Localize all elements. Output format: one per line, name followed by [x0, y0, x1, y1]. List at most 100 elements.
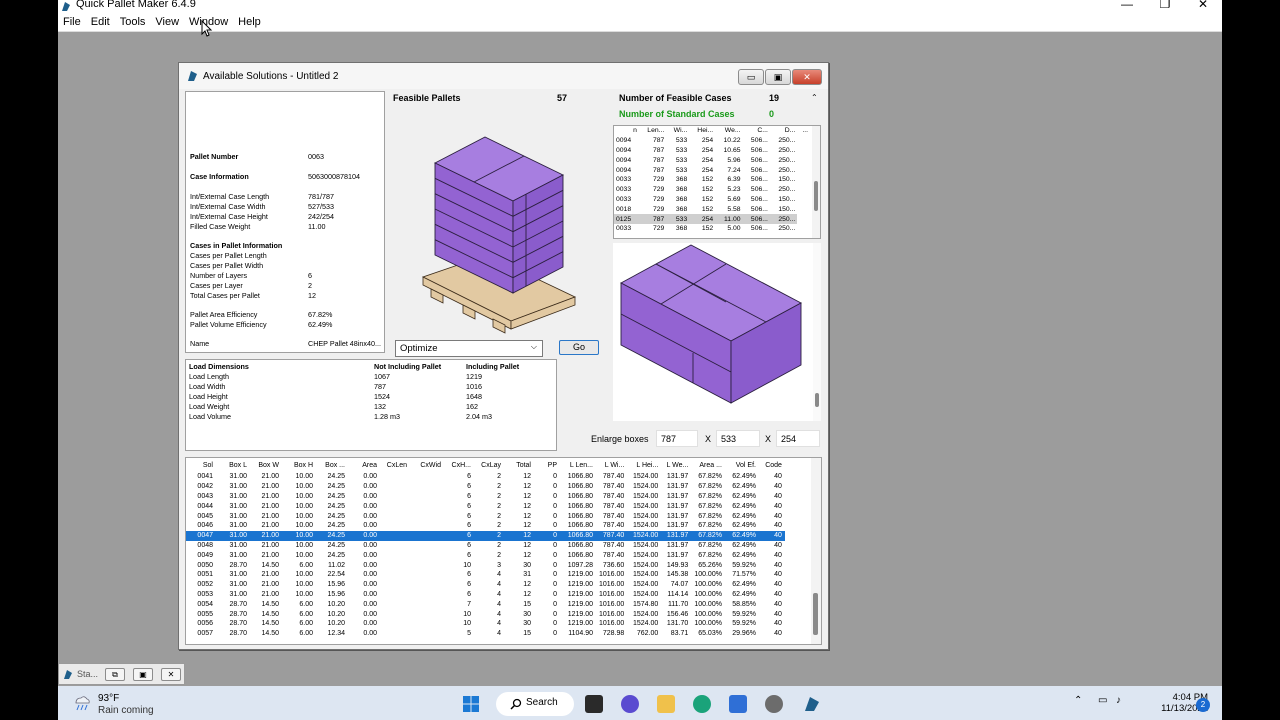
enlarge-x-input[interactable]: 787 — [656, 430, 698, 447]
chevron-up-icon[interactable]: ⌃ — [1074, 695, 1082, 706]
cases-table-row[interactable]: 0033 729 368 152 5.69 506... 150... — [614, 195, 810, 205]
cases-scrollbar[interactable] — [812, 126, 820, 238]
file-explorer-icon[interactable] — [657, 695, 675, 713]
cases-table-row[interactable]: 0033 729 368 152 6.39 506... 150... — [614, 175, 810, 185]
enlarge-y-input[interactable]: 533 — [716, 430, 760, 447]
menu-help[interactable]: Help — [233, 14, 266, 31]
cases-column-header[interactable]: n — [614, 126, 639, 136]
quick-pallet-maker-taskbar-icon[interactable] — [803, 695, 821, 713]
app-title: Quick Pallet Maker 6.4.9 — [76, 0, 196, 10]
solutions-column-header[interactable]: Code — [759, 458, 785, 472]
cases-table-row[interactable]: 0094 787 533 254 10.65 506... 250... — [614, 146, 810, 156]
dialog-minimize-button[interactable]: ▭ — [738, 69, 764, 85]
solutions-scrollbar[interactable] — [811, 458, 821, 644]
solutions-column-header[interactable]: Box L — [216, 458, 250, 472]
scroll-up-icon[interactable]: ⌃ — [811, 93, 818, 102]
minimized-close-button[interactable]: ✕ — [161, 668, 181, 681]
task-view-icon[interactable] — [585, 695, 603, 713]
enlarge-z-input[interactable]: 254 — [776, 430, 820, 447]
solutions-column-header[interactable]: Area — [348, 458, 380, 472]
menu-edit[interactable]: Edit — [86, 14, 115, 31]
solutions-table-row[interactable]: 0052 31.00 21.00 10.00 15.96 0.00 6 4 12 0 1219.00… — [186, 580, 785, 590]
solutions-column-header[interactable]: CxH... — [444, 458, 474, 472]
preview-scrollbar[interactable] — [813, 243, 821, 421]
weather-widget[interactable]: 93°F Rain coming — [72, 693, 154, 716]
cases-table-row[interactable]: 0033 729 368 152 5.23 506... 250... — [614, 185, 810, 195]
solutions-column-header[interactable]: CxWid — [410, 458, 444, 472]
solutions-table-row[interactable]: 0056 28.70 14.50 6.00 10.20 0.00 10 4 30 0 1219.00… — [186, 619, 785, 629]
cases-table-row[interactable]: 0018 729 368 152 5.58 506... 150... — [614, 204, 810, 214]
solutions-table-row[interactable]: 0049 31.00 21.00 10.00 24.25 0.00 6 2 12 0 1066.80… — [186, 550, 785, 560]
solutions-column-header[interactable]: Total — [504, 458, 534, 472]
cases-table-row[interactable]: 0094 787 533 254 5.96 506... 250... — [614, 155, 810, 165]
edge-browser-icon[interactable] — [693, 695, 711, 713]
solutions-table-row[interactable]: 0044 31.00 21.00 10.00 24.25 0.00 6 2 12 0 1066.80… — [186, 501, 785, 511]
solutions-table-row[interactable]: 0043 31.00 21.00 10.00 24.25 0.00 6 2 12 0 1066.80… — [186, 492, 785, 502]
solutions-cell: 24.25 — [327, 551, 345, 559]
minimized-maximize-button[interactable]: ▣ — [133, 668, 153, 681]
minimized-restore-button[interactable]: ⧉ — [105, 668, 125, 681]
solutions-column-header[interactable]: Box W — [250, 458, 282, 472]
cases-table-row[interactable]: 0094 787 533 254 10.22 506... 250... — [614, 136, 810, 146]
cases-column-header[interactable]: Wi... — [666, 126, 689, 136]
solutions-column-header[interactable]: L Wi... — [596, 458, 627, 472]
minimize-button[interactable]: — — [1108, 0, 1146, 13]
solutions-table-row[interactable]: 0053 31.00 21.00 10.00 15.96 0.00 6 4 12 0 1219.00… — [186, 590, 785, 600]
solutions-table-row[interactable]: 0057 28.70 14.50 6.00 12.34 0.00 5 4 15 0 1104.90 7… — [186, 629, 785, 639]
cases-column-header[interactable]: ... — [797, 126, 810, 136]
taskbar-search[interactable]: Search — [496, 692, 574, 716]
solutions-column-header[interactable]: Box H — [282, 458, 316, 472]
solutions-column-header[interactable]: Sol — [186, 458, 216, 472]
network-icon[interactable]: ▭ — [1098, 695, 1107, 706]
solutions-column-header[interactable]: Box ... — [316, 458, 348, 472]
dialog-titlebar[interactable]: Available Solutions - Untitled 2 ▭ ▣ ✕ — [179, 63, 828, 89]
cases-table-row[interactable]: 0033 729 368 152 5.00 506... 250... — [614, 224, 810, 234]
menu-tools[interactable]: Tools — [115, 14, 151, 31]
solutions-table-row[interactable]: 0047 31.00 21.00 10.00 24.25 0.00 6 2 12 0 1066.80… — [186, 530, 785, 541]
settings-gear-icon[interactable] — [765, 695, 783, 713]
solutions-table-row[interactable]: 0041 31.00 21.00 10.00 24.25 0.00 6 2 12 0 1066.80… — [186, 472, 785, 482]
optimize-select[interactable]: Optimize ⌵ — [395, 340, 543, 357]
cases-column-header[interactable]: C... — [743, 126, 770, 136]
cases-table-row[interactable]: 0094 787 533 254 7.24 506... 250... — [614, 165, 810, 175]
volume-icon[interactable]: ♪ — [1116, 695, 1121, 706]
cases-cell: 0033 — [616, 195, 632, 203]
solutions-column-header[interactable]: L Hei... — [627, 458, 661, 472]
windows-start-icon[interactable] — [462, 695, 480, 713]
solutions-table-row[interactable]: 0054 28.70 14.50 6.00 10.20 0.00 7 4 15 0 1219.00 1… — [186, 599, 785, 609]
solutions-table-row[interactable]: 0046 31.00 21.00 10.00 24.25 0.00 6 2 12 0 1066.80… — [186, 521, 785, 531]
solutions-column-header[interactable]: Vol Ef. — [725, 458, 759, 472]
solutions-column-header[interactable]: CxLay — [474, 458, 504, 472]
maximize-button[interactable]: ❐ — [1146, 0, 1184, 13]
solutions-cell: 10.20 — [327, 600, 345, 608]
cases-column-header[interactable]: D... — [770, 126, 797, 136]
solutions-cell: 21.00 — [261, 590, 279, 598]
menu-file[interactable]: File — [58, 14, 86, 31]
solutions-column-header[interactable]: Area ... — [691, 458, 725, 472]
store-icon[interactable] — [729, 695, 747, 713]
dialog-maximize-button[interactable]: ▣ — [765, 69, 791, 85]
minimized-window[interactable]: Sta... ⧉ ▣ ✕ — [58, 663, 185, 685]
menu-view[interactable]: View — [150, 14, 184, 31]
cases-column-header[interactable]: Len... — [639, 126, 666, 136]
enlarge-sep-2: X — [765, 434, 772, 444]
solutions-table-row[interactable]: 0055 28.70 14.50 6.00 10.20 0.00 10 4 30 0 1219.00… — [186, 609, 785, 619]
cases-column-header[interactable]: We... — [715, 126, 742, 136]
notification-badge[interactable]: 2 — [1196, 698, 1210, 712]
dialog-close-button[interactable]: ✕ — [792, 69, 822, 85]
solutions-column-header[interactable]: PP — [534, 458, 560, 472]
close-button[interactable]: ✕ — [1184, 0, 1222, 13]
solutions-table-row[interactable]: 0048 31.00 21.00 10.00 24.25 0.00 6 2 12 0 1066.80… — [186, 541, 785, 551]
solutions-column-header[interactable]: L We... — [661, 458, 691, 472]
cases-column-header[interactable]: Hei... — [689, 126, 715, 136]
solutions-table-row[interactable]: 0051 31.00 21.00 10.00 22.54 0.00 6 4 31 0 1219.00… — [186, 570, 785, 580]
solutions-table-row[interactable]: 0042 31.00 21.00 10.00 24.25 0.00 6 2 12 0 1066.80… — [186, 482, 785, 492]
solutions-column-header[interactable]: CxLen — [380, 458, 410, 472]
solutions-column-header[interactable]: L Len... — [560, 458, 596, 472]
go-button[interactable]: Go — [559, 340, 599, 355]
solutions-table-row[interactable]: 0050 28.70 14.50 6.00 11.02 0.00 10 3 30 0 1097.28… — [186, 560, 785, 570]
cases-table-row[interactable]: 0125 787 533 254 11.00 506... 250... — [614, 214, 810, 224]
chat-icon[interactable] — [621, 695, 639, 713]
solutions-table-row[interactable]: 0045 31.00 21.00 10.00 24.25 0.00 6 2 12 0 1066.80… — [186, 511, 785, 521]
solutions-cell: 21.00 — [261, 512, 279, 520]
